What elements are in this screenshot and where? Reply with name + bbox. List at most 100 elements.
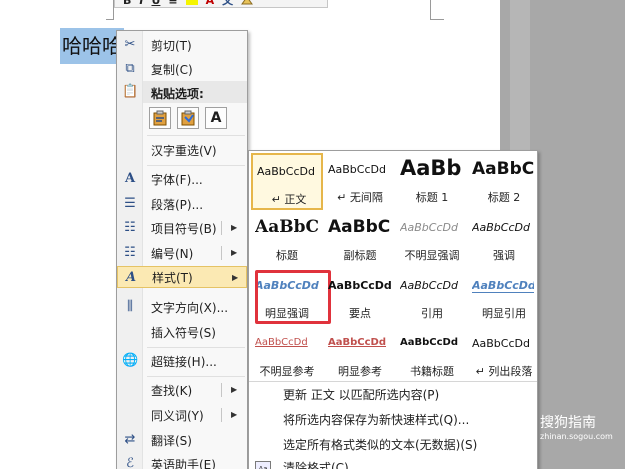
menu-item-translate[interactable]: ⇄ 翻译(S) — [117, 429, 247, 451]
menu-item-english-assistant[interactable]: ℰ 英语助手(E) — [117, 453, 247, 469]
scissors-icon: ✂ — [124, 37, 136, 52]
gallery-divider — [249, 381, 537, 382]
menu-item-label: 剪切(T) — [151, 38, 192, 53]
watermark-name: 搜狗指南 — [540, 415, 596, 431]
highlight-color-icon[interactable] — [185, 0, 198, 5]
style-tile-strong[interactable]: AaBbCcDd 要点 — [324, 269, 396, 326]
paste-header-icon-cell: 📋 — [117, 81, 143, 103]
menu-item-copy[interactable]: ⧉ 复制(C) — [117, 58, 247, 80]
menu-item-text-direction[interactable]: ⫼ 文字方向(X)... — [117, 296, 247, 318]
format-painter-icon[interactable] — [241, 0, 254, 5]
style-tile-normal[interactable]: AaBbCcDd ↵ 正文 — [251, 153, 323, 210]
save-quick-style-command[interactable]: 将所选内容保存为新快速样式(Q)... — [283, 409, 469, 431]
style-sample: AaBbCcDd — [328, 163, 386, 176]
menu-item-label: 段落(P)... — [151, 197, 204, 212]
menu-item-label: 英语助手(E) — [151, 457, 216, 469]
style-tile-intense-emphasis[interactable]: AaBbCcDd 明显强调 — [251, 269, 331, 326]
menu-item-label: 插入符号(S) — [151, 325, 216, 340]
style-name: 强调 — [493, 249, 515, 262]
style-name: 副标题 — [343, 249, 377, 262]
translate-icon: ⇄ — [124, 432, 136, 447]
style-tile-subtle-emphasis[interactable]: AaBbCcDd 不明显强调 — [396, 211, 468, 268]
align-center-button[interactable]: ≡ — [168, 0, 177, 7]
update-style-command[interactable]: 更新 正文 以匹配所选内容(P) — [283, 384, 439, 406]
menu-item-paragraph[interactable]: ☰ 段落(P)... — [117, 193, 247, 215]
font-color-button[interactable]: A — [206, 0, 215, 7]
style-tile-heading-2[interactable]: AaBbC 标题 2 — [468, 153, 540, 210]
submenu-separator — [221, 246, 222, 260]
style-tile-quote[interactable]: AaBbCcDd 引用 — [396, 269, 468, 326]
submenu-separator — [221, 221, 222, 235]
styles-gallery: AaBbCcDd ↵ 正文 AaBbCcDd ↵ 无间隔 AaBb 标题 1 A… — [248, 150, 538, 469]
paragraph-icon: ☰ — [124, 196, 136, 211]
paste-text-only-button[interactable]: A — [205, 107, 227, 129]
style-sample: AaBbCcDd — [400, 337, 458, 348]
select-similar-command[interactable]: 选定所有格式类似的文本(无数据)(S) — [283, 434, 477, 456]
style-name: ↵ 无间隔 — [337, 191, 383, 204]
style-tile-subtitle[interactable]: AaBbC 副标题 — [324, 211, 396, 268]
clear-format-command[interactable]: 清除格式(C) — [283, 457, 349, 469]
submenu-arrow-icon[interactable]: ▶ — [231, 404, 237, 426]
sogou-watermark: 搜狗指南 zhinan.sogou.com — [518, 410, 618, 446]
style-tile-subtle-reference[interactable]: AaBbCcDd 不明显参考 — [251, 327, 323, 384]
style-name: 标题 — [276, 249, 298, 262]
selected-document-text[interactable]: 哈哈哈 — [60, 28, 174, 64]
style-sample: AaBbC — [328, 217, 391, 237]
menu-item-numbering[interactable]: ☷ 编号(N) ▶ — [117, 242, 247, 264]
menu-divider — [147, 376, 245, 377]
style-tile-intense-quote[interactable]: AaBbCcDd 明显引用 — [468, 269, 540, 326]
style-name: 标题 1 — [415, 191, 449, 204]
menu-item-styles[interactable]: A 样式(T) ▶ — [117, 266, 247, 288]
menu-item-hyperlink[interactable]: 🌐 超链接(H)... — [117, 350, 247, 372]
submenu-arrow-icon[interactable]: ▶ — [231, 379, 237, 401]
style-name: 明显参考 — [338, 365, 382, 378]
style-tile-intense-reference[interactable]: AaBbCcDd 明显参考 — [324, 327, 396, 384]
style-name: ↵ 正文 — [271, 193, 307, 206]
style-sample: AaBb — [400, 156, 462, 180]
submenu-arrow-icon[interactable]: ▶ — [231, 217, 237, 239]
menu-item-label: 样式(T) — [152, 270, 193, 285]
menu-item-label: 查找(K) — [151, 383, 193, 398]
menu-divider — [147, 135, 245, 136]
menu-item-label: 翻译(S) — [151, 433, 192, 448]
submenu-arrow-icon[interactable]: ▶ — [231, 242, 237, 264]
italic-button[interactable]: I — [139, 0, 143, 7]
style-tile-book-title[interactable]: AaBbCcDd 书籍标题 — [396, 327, 468, 384]
style-name: 要点 — [349, 307, 371, 320]
submenu-arrow-icon[interactable]: ▶ — [232, 267, 238, 289]
menu-item-label: 汉字重选(V) — [151, 143, 217, 158]
style-tile-heading-1[interactable]: AaBb 标题 1 — [396, 153, 468, 210]
menu-item-cut[interactable]: ✂ 剪切(T) — [117, 34, 247, 56]
sogou-logo-icon — [518, 414, 534, 430]
style-sample: AaBbCcDd — [400, 221, 458, 234]
paste-keep-format-button[interactable] — [149, 107, 171, 129]
underline-button[interactable]: U — [151, 0, 160, 7]
context-menu: ✂ 剪切(T) ⧉ 复制(C) 粘贴选项: 📋 A 汉字重选(V) A 字体(F… — [116, 30, 248, 469]
menu-item-font[interactable]: A 字体(F)... — [117, 168, 247, 190]
highlight-box — [255, 270, 331, 324]
style-tile-title[interactable]: AaBbC 标题 — [251, 211, 323, 268]
document-text: 哈哈哈 — [62, 34, 122, 58]
bold-button[interactable]: B — [123, 0, 131, 7]
menu-item-synonyms[interactable]: 同义词(Y) ▶ — [117, 404, 247, 426]
clipboard-keep-format-icon — [153, 110, 167, 126]
menu-item-reconvert[interactable]: 汉字重选(V) — [117, 139, 247, 161]
english-assistant-icon: ℰ — [126, 456, 134, 469]
style-sample: AaBbCcDd — [472, 279, 534, 293]
style-sample: AaBbCcDd — [255, 337, 308, 348]
style-name: 引用 — [421, 307, 443, 320]
menu-item-label: 超链接(H)... — [151, 354, 217, 369]
style-tile-no-spacing[interactable]: AaBbCcDd ↵ 无间隔 — [324, 153, 396, 210]
menu-item-bullets[interactable]: ☷ 项目符号(B) ▶ — [117, 217, 247, 239]
paste-options-header: 粘贴选项: — [143, 81, 247, 103]
style-tile-list-paragraph[interactable]: AaBbCcDd ↵ 列出段落 — [468, 327, 540, 384]
style-sample: AaBbCcDd — [472, 221, 530, 234]
menu-item-insert-symbol[interactable]: 插入符号(S) — [117, 321, 247, 343]
phonetic-guide-button[interactable]: 文 — [222, 0, 233, 8]
menu-divider — [147, 165, 245, 166]
menu-item-lookup[interactable]: 查找(K) ▶ — [117, 379, 247, 401]
style-name: 不明显强调 — [404, 249, 460, 262]
menu-item-label: 同义词(Y) — [151, 408, 204, 423]
style-tile-emphasis[interactable]: AaBbCcDd 强调 — [468, 211, 540, 268]
paste-merge-format-button[interactable] — [177, 107, 199, 129]
